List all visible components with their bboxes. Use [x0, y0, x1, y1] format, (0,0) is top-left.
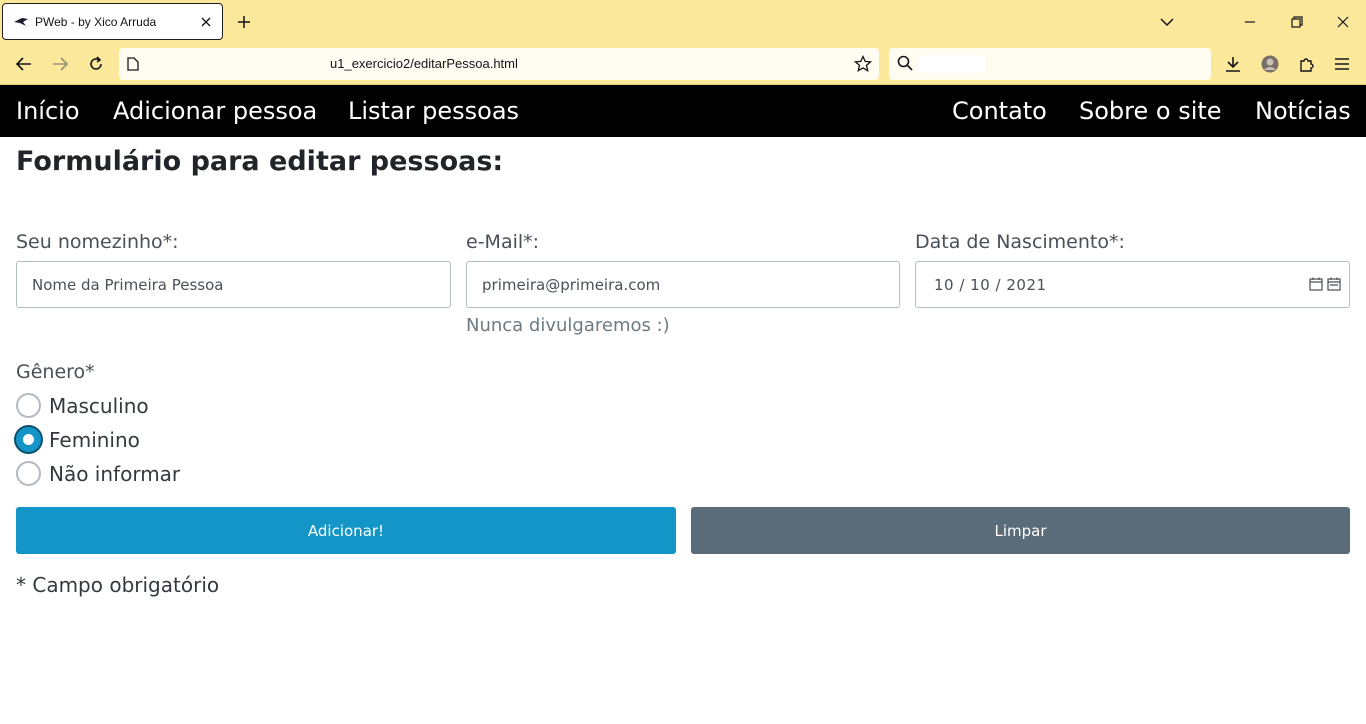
gender-option-nao-informar[interactable]: Não informar — [16, 461, 180, 486]
browser-toolbar: u1_exercicio2/editarPessoa.html — [0, 44, 1366, 85]
reset-button[interactable]: Limpar — [691, 507, 1350, 554]
gender-option-feminino[interactable]: Feminino — [16, 427, 140, 452]
browser-tab-strip: PWeb - by Xico Arruda — [0, 0, 1366, 44]
required-note: * Campo obrigatório — [16, 573, 220, 597]
birth-date-input[interactable]: 10 / 10 / 2021 — [915, 261, 1350, 308]
radio-feminino[interactable] — [16, 427, 41, 452]
extensions-icon[interactable] — [1294, 52, 1318, 76]
radio-label-feminino: Feminino — [49, 427, 140, 452]
new-tab-icon[interactable] — [232, 10, 256, 34]
nav-link-sobre-o-site[interactable]: Sobre o site — [1079, 97, 1222, 125]
calendar-icon[interactable] — [1309, 276, 1323, 295]
search-icon — [897, 55, 915, 73]
bird-favicon-icon — [13, 14, 29, 30]
profile-avatar-icon[interactable] — [1258, 52, 1282, 76]
gender-label: Gênero* — [16, 361, 95, 383]
tab-title: PWeb - by Xico Arruda — [35, 14, 157, 29]
browser-tab[interactable]: PWeb - by Xico Arruda — [2, 3, 223, 40]
email-label: e-Mail*: — [466, 231, 540, 253]
radio-label-masculino: Masculino — [49, 393, 149, 418]
reload-icon[interactable] — [84, 52, 108, 76]
close-tab-icon[interactable] — [196, 12, 216, 32]
tab-list-icon[interactable] — [1155, 10, 1179, 34]
calendar-picker-icon[interactable] — [1327, 276, 1341, 295]
radio-masculino[interactable] — [16, 393, 41, 418]
radio-label-nao-informar: Não informar — [49, 461, 181, 486]
nav-link-inicio[interactable]: Início — [16, 97, 80, 125]
url-bar[interactable]: u1_exercicio2/editarPessoa.html — [119, 48, 879, 80]
radio-nao-informar[interactable] — [16, 461, 41, 486]
birth-date-value: 10 / 10 / 2021 — [934, 276, 1047, 294]
minimize-icon[interactable] — [1238, 10, 1262, 34]
name-label: Seu nomezinho*: — [16, 231, 179, 253]
bookmark-star-icon[interactable] — [853, 54, 873, 74]
restore-icon[interactable] — [1285, 10, 1309, 34]
downloads-icon[interactable] — [1221, 52, 1245, 76]
email-help-text: Nunca divulgaremos :) — [466, 315, 670, 336]
close-window-icon[interactable] — [1331, 10, 1355, 34]
birth-date-label: Data de Nascimento*: — [915, 231, 1125, 253]
search-bar[interactable] — [889, 48, 1211, 80]
menu-icon[interactable] — [1330, 52, 1354, 76]
search-input[interactable] — [919, 55, 985, 73]
nav-link-noticias[interactable]: Notícias — [1255, 97, 1351, 125]
forward-icon[interactable] — [48, 52, 72, 76]
url-text: u1_exercicio2/editarPessoa.html — [330, 56, 518, 71]
back-icon[interactable] — [12, 52, 36, 76]
nav-link-contato[interactable]: Contato — [952, 97, 1047, 125]
submit-button[interactable]: Adicionar! — [16, 507, 676, 554]
email-input[interactable] — [466, 261, 900, 308]
name-input[interactable] — [16, 261, 451, 308]
nav-link-adicionar-pessoa[interactable]: Adicionar pessoa — [113, 97, 317, 125]
gender-option-masculino[interactable]: Masculino — [16, 393, 149, 418]
page-title: Formulário para editar pessoas: — [16, 146, 504, 177]
nav-link-listar-pessoas[interactable]: Listar pessoas — [348, 97, 519, 125]
page-icon — [127, 56, 143, 72]
site-navbar: Início Adicionar pessoa Listar pessoas C… — [0, 85, 1366, 137]
